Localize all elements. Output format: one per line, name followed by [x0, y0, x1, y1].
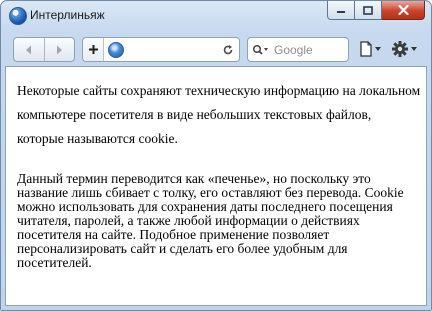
window-title: Интерлиньяж	[30, 8, 105, 22]
back-button[interactable]	[14, 38, 44, 61]
navigation-toolbar	[6, 33, 426, 65]
paragraph-cookie-details: Данный термин переводится как «печенье»,…	[17, 171, 404, 270]
plus-icon	[88, 45, 98, 54]
reload-button[interactable]	[220, 44, 236, 56]
maximize-button[interactable]	[355, 1, 382, 20]
reload-icon	[223, 44, 233, 54]
page-content: Некоторые сайты сохраняют техническую ин…	[5, 66, 427, 306]
address-bar[interactable]	[82, 37, 240, 62]
back-arrow-icon	[25, 45, 31, 54]
tools-menu-button[interactable]	[392, 39, 422, 59]
minimize-icon	[337, 11, 345, 13]
forward-button[interactable]	[43, 38, 75, 61]
maximize-icon	[363, 5, 373, 15]
close-icon	[397, 5, 409, 15]
magnifier-icon	[252, 44, 268, 55]
browser-globe-icon	[9, 7, 27, 25]
gear-icon	[392, 41, 417, 57]
forward-arrow-icon	[57, 45, 63, 54]
new-tab-button[interactable]	[83, 38, 104, 61]
title-bar[interactable]: Интерлиньяж	[1, 1, 431, 31]
close-button[interactable]	[382, 1, 425, 20]
globe-icon	[108, 41, 124, 58]
window-controls	[327, 1, 425, 21]
page-menu-button[interactable]	[359, 40, 385, 58]
page-icon	[360, 41, 381, 57]
history-buttons	[13, 37, 75, 62]
search-input[interactable]	[274, 42, 340, 57]
browser-window: Интерлиньяж Google Некоторые сайты сохра…	[0, 0, 432, 311]
minimize-button[interactable]	[327, 1, 355, 20]
search-engine-button[interactable]	[248, 44, 274, 56]
paragraph-cookie-intro: Некоторые сайты сохраняют техническую ин…	[17, 83, 421, 146]
search-bar[interactable]	[247, 37, 349, 62]
